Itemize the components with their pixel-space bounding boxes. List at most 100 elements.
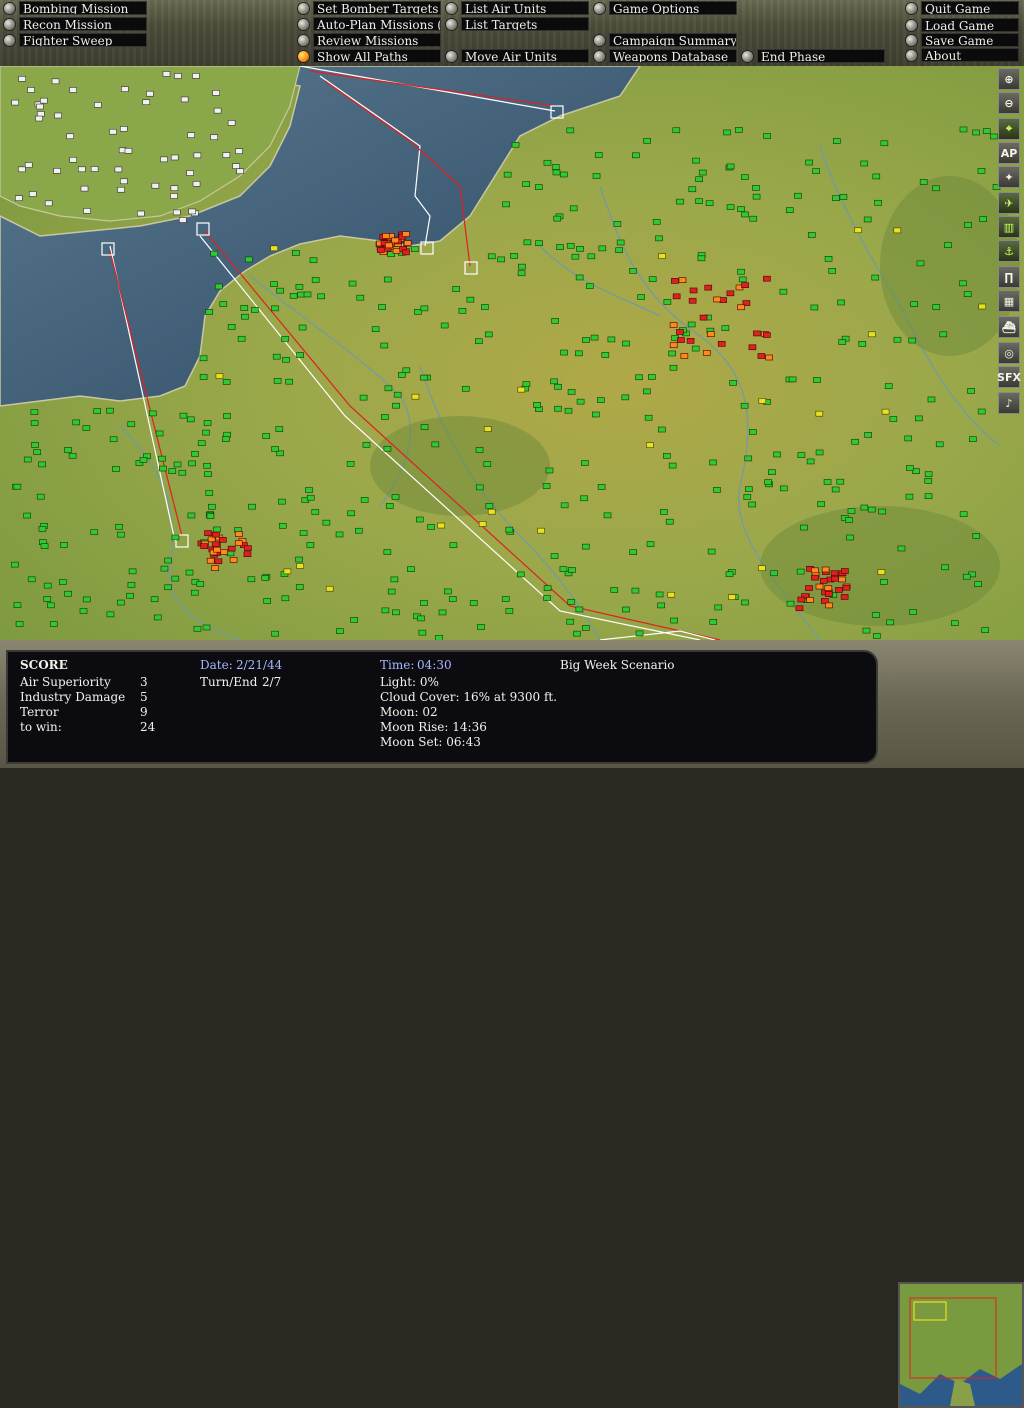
allied-unit-icon[interactable] <box>839 194 848 200</box>
axis-unit-icon[interactable] <box>726 290 735 297</box>
allied-unit-icon[interactable] <box>594 152 603 158</box>
allied-unit-icon[interactable] <box>886 619 895 626</box>
axis-unit-icon[interactable] <box>795 605 804 612</box>
allied-unit-icon[interactable] <box>807 232 816 238</box>
allied-unit-icon[interactable] <box>205 309 213 315</box>
allied-unit-icon[interactable] <box>272 353 281 360</box>
allied-unit-icon[interactable] <box>139 457 148 463</box>
allied-unit-icon[interactable] <box>306 494 315 501</box>
allied-unit-icon[interactable] <box>744 455 753 462</box>
allied-unit-icon[interactable] <box>398 372 406 378</box>
target-unit-icon[interactable] <box>868 331 876 338</box>
airfield-icon[interactable] <box>186 170 194 176</box>
axis-unit-icon[interactable] <box>402 231 410 237</box>
allied-unit-icon[interactable] <box>173 461 182 468</box>
allied-unit-icon[interactable] <box>281 336 289 342</box>
allied-unit-icon[interactable] <box>452 286 460 292</box>
allied-unit-icon[interactable] <box>168 468 177 474</box>
allied-unit-icon[interactable] <box>863 216 872 223</box>
allied-unit-icon[interactable] <box>603 512 612 519</box>
axis-unit-icon[interactable] <box>677 337 685 343</box>
allied-unit-icon[interactable] <box>559 171 568 178</box>
axis-unit-icon[interactable] <box>211 541 220 548</box>
target-unit-icon[interactable] <box>411 393 420 400</box>
allied-unit-icon[interactable] <box>383 445 392 452</box>
target-unit-icon[interactable] <box>283 568 292 575</box>
allied-unit-icon[interactable] <box>38 461 46 468</box>
airfield-icon[interactable] <box>117 186 125 193</box>
allied-unit-icon[interactable] <box>832 138 841 144</box>
axis-unit-icon[interactable] <box>220 549 228 555</box>
allied-unit-icon[interactable] <box>768 469 776 475</box>
allied-unit-icon[interactable] <box>359 394 368 401</box>
axis-unit-icon[interactable] <box>200 543 209 549</box>
allied-unit-icon[interactable] <box>554 405 562 412</box>
recon-mission-button[interactable]: Recon Mission <box>4 17 147 31</box>
axis-unit-icon[interactable] <box>821 566 830 573</box>
quit-game-button[interactable]: Quit Game <box>906 1 1019 15</box>
axis-unit-icon[interactable] <box>831 575 839 582</box>
allied-unit-icon[interactable] <box>393 391 402 398</box>
target-unit-icon[interactable] <box>658 253 666 259</box>
axis-unit-icon[interactable] <box>806 597 814 603</box>
target-unit-icon[interactable] <box>296 563 304 569</box>
target-unit-icon[interactable] <box>978 303 987 310</box>
airfield-icon[interactable] <box>78 166 86 173</box>
allied-unit-icon[interactable] <box>959 280 967 287</box>
airfield-icon[interactable] <box>90 166 99 172</box>
allied-unit-icon[interactable] <box>82 596 91 603</box>
target-unit-icon[interactable] <box>667 591 676 598</box>
allied-unit-icon[interactable] <box>188 460 196 467</box>
allied-unit-icon[interactable] <box>466 296 475 303</box>
zoom-in-icon[interactable]: ⊕ <box>998 68 1020 90</box>
allied-unit-icon[interactable] <box>215 283 223 290</box>
allied-unit-icon[interactable] <box>481 304 489 310</box>
allied-unit-icon[interactable] <box>637 294 645 300</box>
allied-unit-icon[interactable] <box>981 627 989 633</box>
allied-unit-icon[interactable] <box>964 222 972 228</box>
allied-unit-icon[interactable] <box>281 595 290 602</box>
allied-unit-icon[interactable] <box>199 374 208 380</box>
allied-unit-icon[interactable] <box>648 374 656 380</box>
minimap[interactable] <box>898 1282 1024 1408</box>
axis-unit-icon[interactable] <box>680 353 689 359</box>
allied-unit-icon[interactable] <box>384 385 393 392</box>
axis-unit-icon[interactable] <box>229 557 238 563</box>
allied-unit-icon[interactable] <box>117 531 125 538</box>
airfield-icon[interactable] <box>235 148 243 155</box>
axis-unit-icon[interactable] <box>824 585 833 591</box>
airfield-icon[interactable] <box>69 87 77 93</box>
allied-unit-icon[interactable] <box>695 176 703 183</box>
allied-unit-icon[interactable] <box>597 397 605 403</box>
allied-unit-icon[interactable] <box>535 240 543 246</box>
move-air-units-button[interactable]: Move Air Units <box>446 49 589 63</box>
allied-unit-icon[interactable] <box>858 340 867 347</box>
allied-unit-icon[interactable] <box>127 581 136 588</box>
allied-unit-icon[interactable] <box>72 419 81 426</box>
target-unit-icon[interactable] <box>815 410 824 417</box>
allied-unit-icon[interactable] <box>575 606 584 613</box>
allied-unit-icon[interactable] <box>567 599 576 605</box>
allied-unit-icon[interactable] <box>407 566 415 572</box>
axis-unit-icon[interactable] <box>753 330 761 337</box>
about-button[interactable]: About <box>906 48 1019 62</box>
allied-unit-icon[interactable] <box>202 624 211 631</box>
allied-unit-icon[interactable] <box>592 173 601 179</box>
allied-unit-icon[interactable] <box>713 487 721 493</box>
allied-unit-icon[interactable] <box>390 576 399 583</box>
allied-unit-icon[interactable] <box>502 201 510 208</box>
allied-unit-icon[interactable] <box>545 467 554 474</box>
axis-unit-icon[interactable] <box>805 585 813 591</box>
allied-unit-icon[interactable] <box>662 453 671 459</box>
axis-unit-icon[interactable] <box>825 591 833 597</box>
allied-unit-icon[interactable] <box>305 487 313 493</box>
allied-unit-icon[interactable] <box>444 588 452 595</box>
axis-unit-icon[interactable] <box>811 567 819 574</box>
airfield-icon[interactable] <box>210 134 218 141</box>
axis-unit-icon[interactable] <box>214 558 223 565</box>
airfield-icon[interactable] <box>124 147 133 154</box>
allied-unit-icon[interactable] <box>458 308 467 314</box>
allied-unit-icon[interactable] <box>607 336 616 343</box>
allied-unit-icon[interactable] <box>878 508 886 515</box>
allied-unit-icon[interactable] <box>273 378 282 384</box>
